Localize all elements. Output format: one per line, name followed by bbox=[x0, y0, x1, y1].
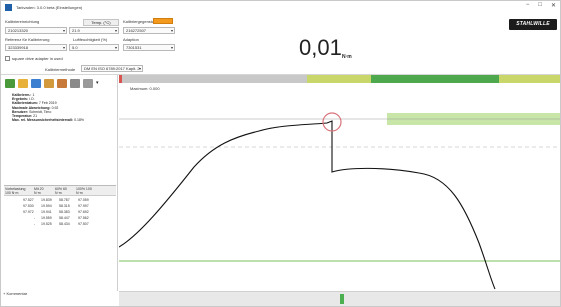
maximize-button[interactable]: □ bbox=[538, 2, 542, 9]
stepper-icon: ▾ bbox=[114, 45, 117, 50]
adaption-field[interactable]: 7301531 ▾ bbox=[123, 44, 175, 51]
kalibriereinrichtung-label: Kalibriereinrichtung bbox=[5, 19, 40, 24]
column-header: Vorbelastung 100 N·m bbox=[5, 187, 26, 195]
torque-unit: N·m bbox=[342, 54, 352, 60]
graph-canvas bbox=[118, 75, 560, 290]
table-header: Vorbelastung 100 N·m Mit 20 N·m 60% 60 N… bbox=[4, 186, 116, 196]
measurement-table: Vorbelastung 100 N·m Mit 20 N·m 60% 60 N… bbox=[4, 185, 116, 226]
luftfeuchtigkeit-label: Luftfeuchtigkeit (%) bbox=[73, 37, 108, 42]
timeline-thumb[interactable] bbox=[340, 294, 344, 304]
luftfeuchtigkeit-field[interactable]: 5.0 ▾ bbox=[69, 44, 119, 51]
kalibriergegenstand-field[interactable]: 216272507 ▾ bbox=[123, 27, 175, 34]
window-controls: − □ ✕ bbox=[526, 2, 556, 9]
orange-indicator[interactable] bbox=[153, 18, 173, 24]
topbar-green-segment bbox=[371, 75, 499, 83]
kalibriermethode-field[interactable]: DM EN ISO 6789:2017 Kapit. 2 ▾ bbox=[81, 65, 143, 72]
temp-field[interactable]: 21.9 ▾ bbox=[69, 27, 119, 34]
column-header: 60% 60 N·m bbox=[55, 187, 67, 195]
chevron-down-icon: ▾ bbox=[62, 28, 65, 33]
chevron-down-icon: ▾ bbox=[170, 28, 173, 33]
stahlwille-logo: STAHLWILLE bbox=[509, 19, 557, 30]
ok-icon[interactable] bbox=[5, 79, 15, 88]
torque-graph[interactable]: Maximum: 0.000 bbox=[118, 75, 560, 291]
adaption-label: Adaption bbox=[123, 37, 139, 42]
chevron-down-icon: ▾ bbox=[62, 45, 65, 50]
stepper-icon: ▾ bbox=[114, 28, 117, 33]
topbar-yellow-segment bbox=[499, 75, 560, 83]
table-row: -19.525 58.434 97.507 bbox=[34, 222, 89, 226]
chevron-down-icon: ▾ bbox=[138, 66, 141, 71]
settings-header: Kalibriereinrichtung Temp. (°C) Kalibrie… bbox=[1, 13, 560, 75]
kalibriermethode-label: Kalibriermethode bbox=[45, 67, 76, 72]
comment-toggle[interactable]: + Kommentar bbox=[3, 291, 27, 296]
square-drive-label: square drive adapter in used bbox=[12, 56, 63, 61]
chevron-down-icon[interactable]: ▾ bbox=[96, 79, 99, 88]
printer-icon[interactable] bbox=[83, 79, 93, 88]
save-icon[interactable] bbox=[31, 79, 41, 88]
info-line: Max. rel. Messunsicherheitsintervall: 0.… bbox=[12, 118, 85, 123]
calibration-info: Kalibrierm.: 1 Ergebnis: i.O. Kalibrierd… bbox=[12, 93, 84, 122]
export-icon[interactable] bbox=[44, 79, 54, 88]
app-window: Tarkvaden: 3.0.0 beta (Einstellungen) − … bbox=[0, 0, 561, 307]
referenz-field[interactable]: 323339918 ▾ bbox=[5, 44, 67, 51]
title-bar: Tarkvaden: 3.0.0 beta (Einstellungen) − … bbox=[1, 1, 560, 13]
close-button[interactable]: ✕ bbox=[551, 2, 556, 9]
maximum-label: Maximum: 0.000 bbox=[130, 86, 160, 91]
results-panel: ▾ Kalibrierm.: 1 Ergebnis: i.O. Kalibrie… bbox=[1, 75, 118, 291]
folder-icon[interactable] bbox=[18, 79, 28, 88]
timeline-scrollbar[interactable] bbox=[119, 291, 560, 306]
table-row: 97.530 19.594 58.315 97.997 bbox=[23, 204, 89, 208]
square-drive-checkbox[interactable] bbox=[5, 56, 10, 61]
torque-reading: 0,01 bbox=[299, 35, 342, 60]
kalibriereinrichtung-field[interactable]: 210213320 ▾ bbox=[5, 27, 67, 34]
topbar-yellow-segment bbox=[307, 75, 371, 83]
referenz-label: Referenz für Kalibrierung bbox=[5, 37, 50, 42]
column-header: 100% 100 N·m bbox=[76, 187, 92, 195]
minimize-button[interactable]: − bbox=[526, 2, 530, 9]
table-row: -19.559 58.447 97.562 bbox=[34, 216, 89, 220]
window-title: Tarkvaden: 3.0.0 beta (Einstellungen) bbox=[16, 4, 83, 10]
print-icon[interactable] bbox=[70, 79, 80, 88]
column-header: Mit 20 N·m bbox=[34, 187, 44, 195]
table-row: 97.972 19.941 58.383 97.692 bbox=[23, 210, 89, 214]
topbar-start-marker bbox=[119, 75, 122, 83]
topbar-neutral-segment bbox=[119, 75, 307, 83]
table-row: 97.527 19.839 58.787 97.059 bbox=[23, 198, 89, 202]
toolbar: ▾ bbox=[5, 79, 99, 88]
chevron-down-icon: ▾ bbox=[170, 45, 173, 50]
report-icon[interactable] bbox=[57, 79, 67, 88]
app-icon bbox=[5, 3, 12, 11]
temp-button[interactable]: Temp. (°C) bbox=[83, 19, 119, 26]
torque-curve bbox=[118, 120, 496, 290]
